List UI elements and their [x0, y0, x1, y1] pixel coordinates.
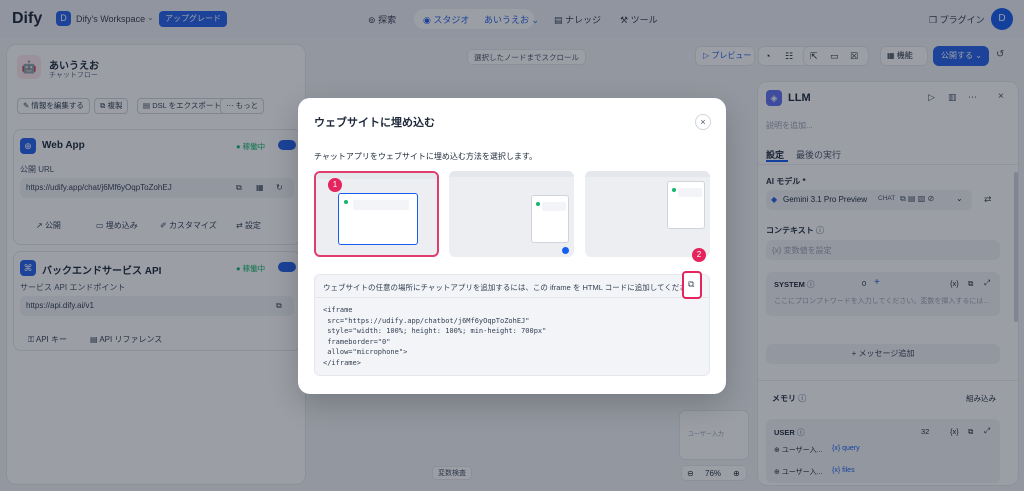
embed-code-block: ウェブサイトの任意の場所にチャットアプリを追加するには、この iframe を … — [314, 274, 710, 376]
chat-window-preview — [531, 195, 569, 243]
embed-option-script[interactable] — [449, 171, 574, 257]
iframe-code[interactable]: <iframe src="https://udify.app/chatbot/j… — [323, 305, 546, 368]
chat-window-preview — [338, 193, 418, 245]
embed-instruction: ウェブサイトの任意の場所にチャットアプリを追加するには、この iframe を … — [323, 283, 702, 292]
message-bubble — [353, 200, 409, 210]
modal-title: ウェブサイトに埋め込む — [314, 117, 435, 129]
bot-dot-icon — [672, 188, 676, 192]
chat-bubble-icon — [562, 247, 569, 254]
embed-modal: ウェブサイトに埋め込む × チャットアプリをウェブサイトに埋め込む方法を選択しま… — [298, 98, 726, 394]
copy-icon: ⧉ — [688, 279, 695, 289]
chat-window-preview — [667, 181, 705, 229]
message-bubble — [678, 188, 702, 197]
copy-code-button[interactable]: ⧉ — [682, 271, 702, 299]
step-marker-2: 2 — [692, 248, 706, 262]
browser-bar — [585, 171, 710, 177]
modal-description: チャットアプリをウェブサイトに埋め込む方法を選択します。 — [314, 152, 538, 161]
embed-option-extension[interactable] — [585, 171, 710, 257]
close-icon[interactable]: × — [695, 114, 711, 130]
bot-dot-icon — [344, 200, 348, 204]
browser-bar — [449, 171, 574, 177]
bot-dot-icon — [536, 202, 540, 206]
message-bubble — [542, 202, 566, 211]
divider — [315, 297, 709, 298]
step-marker-1: 1 — [328, 178, 342, 192]
